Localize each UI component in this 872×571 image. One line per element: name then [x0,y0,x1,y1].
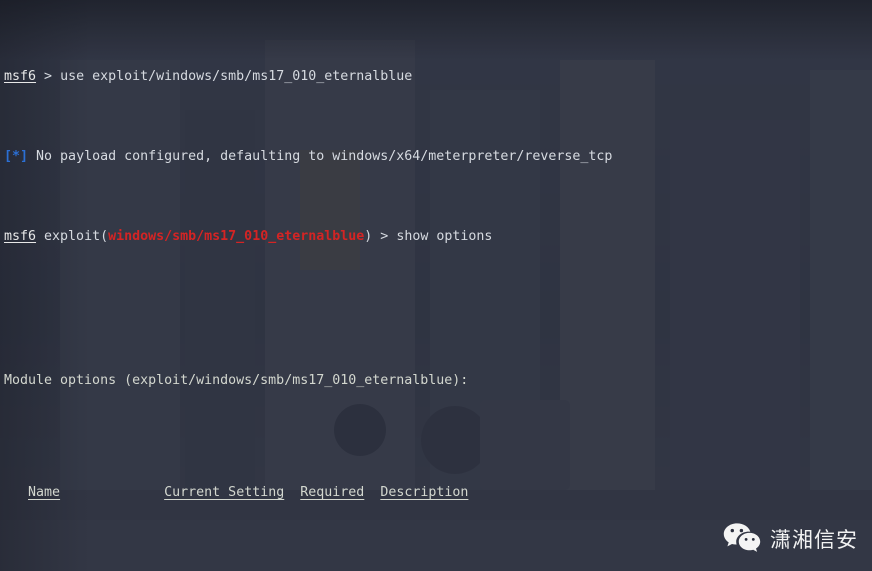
prompt-label: msf6 [4,229,37,244]
column-header-name: Name [28,485,61,500]
column-header-current-setting: Current Setting [164,485,285,500]
terminal-window[interactable]: msf6 > use exploit/windows/smb/ms17_010_… [0,0,872,571]
info-marker: [*] [4,149,29,164]
command-line-show-options: msf6 exploit(windows/smb/ms17_010_eterna… [4,229,872,245]
active-module-name: windows/smb/ms17_010_eternalblue [108,229,365,244]
prompt-arrow: > [372,229,397,244]
info-message-line: [*] No payload configured, defaulting to… [4,149,872,165]
prompt-arrow: > [36,69,61,84]
command-text: show options [396,229,493,244]
command-line-use: msf6 > use exploit/windows/smb/ms17_010_… [4,69,872,85]
terminal-output[interactable]: msf6 > use exploit/windows/smb/ms17_010_… [0,0,872,571]
prompt-label: msf6 [4,69,37,84]
column-header-description: Description [380,485,469,500]
module-options-header-row: Name Current Setting Required Descriptio… [4,485,872,501]
exploit-open-paren: exploit( [36,229,109,244]
module-options-heading: Module options (exploit/windows/smb/ms17… [4,373,469,388]
info-message-text: No payload configured, defaulting to win… [28,149,613,164]
column-header-required: Required [300,485,365,500]
command-text: use exploit/windows/smb/ms17_010_eternal… [60,69,413,84]
header-rule-row [4,549,872,565]
